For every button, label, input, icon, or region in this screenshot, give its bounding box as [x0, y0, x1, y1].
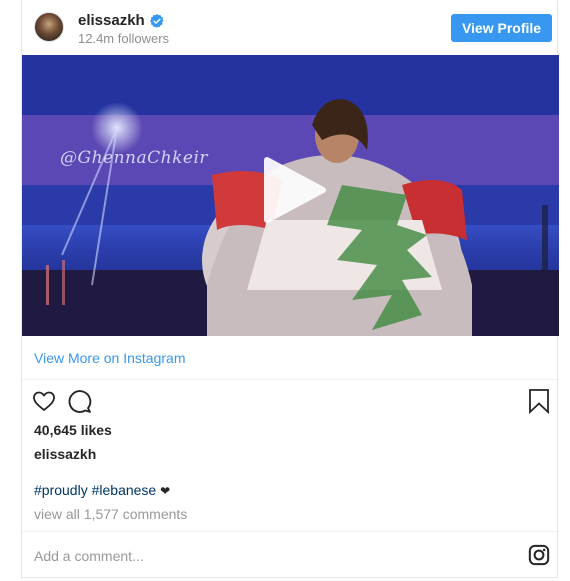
- view-all-comments-link[interactable]: view all 1,577 comments: [34, 506, 187, 522]
- post-header: elissazkh 12.4m followers View Profile: [22, 0, 559, 55]
- view-more-link[interactable]: View More on Instagram: [34, 350, 185, 366]
- heart-emoji: ❤: [160, 484, 171, 498]
- verified-badge-icon: [149, 13, 164, 28]
- caption-text: #proudly #lebanese ❤: [34, 482, 170, 498]
- comment-icon[interactable]: [67, 389, 92, 414]
- view-more-row: View More on Instagram: [22, 336, 559, 380]
- add-comment-input[interactable]: [32, 544, 506, 568]
- instagram-embed-card: elissazkh 12.4m followers View Profile @…: [21, 0, 559, 578]
- avatar[interactable]: [34, 12, 64, 42]
- username[interactable]: elissazkh: [78, 12, 145, 29]
- view-profile-button[interactable]: View Profile: [451, 14, 552, 42]
- instagram-logo-icon[interactable]: [528, 544, 550, 566]
- hashtag-proudly[interactable]: #proudly: [34, 482, 88, 498]
- like-count[interactable]: 40,645 likes: [34, 422, 112, 438]
- follower-count: 12.4m followers: [78, 31, 170, 46]
- heart-icon[interactable]: [32, 389, 56, 413]
- video-watermark: @GhennaChkeir: [60, 148, 209, 168]
- comment-bar: [22, 531, 559, 578]
- caption-username[interactable]: elissazkh: [34, 446, 96, 462]
- bookmark-icon[interactable]: [528, 388, 550, 414]
- play-icon[interactable]: [261, 156, 329, 224]
- action-bar: [22, 380, 559, 422]
- username-row: elissazkh: [78, 12, 164, 29]
- video-player[interactable]: @GhennaChkeir: [22, 55, 559, 336]
- hashtag-lebanese[interactable]: #lebanese: [92, 482, 157, 498]
